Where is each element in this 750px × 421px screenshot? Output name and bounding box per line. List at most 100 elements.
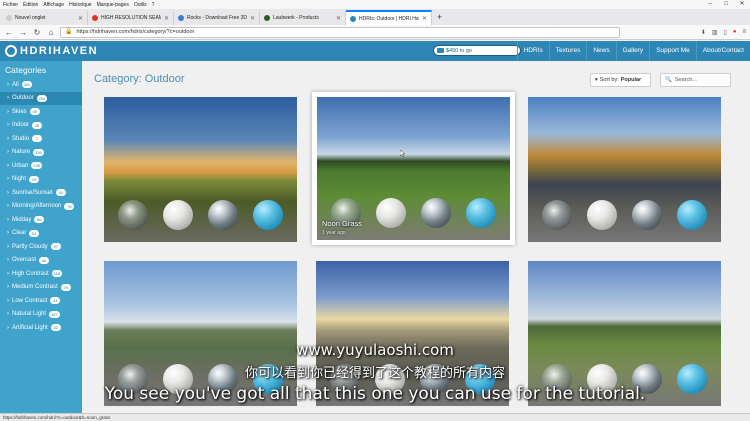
page-title: Category: Outdoor [94,73,185,85]
nav-gallery[interactable]: Gallery [615,41,650,61]
chevron-right-icon: › [7,324,9,331]
forward-icon[interactable]: → [18,28,28,37]
sidebar-item-partly-cloudy[interactable]: › Partly Cloudy 97 [0,240,82,254]
sidebar-item-label: High Contrast [12,270,49,277]
sidebar-item-nature[interactable]: › Nature 136 [0,146,82,160]
count-badge: 32 [50,324,61,332]
nav-textures[interactable]: Textures [548,41,587,61]
tab-close-icon[interactable]: ✕ [78,15,83,22]
sidebar-item-medium-contrast[interactable]: › Medium Contrast 79 [0,281,82,295]
library-icon[interactable]: ▥ [712,29,718,36]
close-icon[interactable]: ✕ [734,0,750,9]
menu-history[interactable]: Historique [69,2,92,8]
menu-edit[interactable]: Édition [23,2,38,8]
count-badge: 7 [32,135,43,143]
nav-hdris[interactable]: HDRIs [516,41,549,61]
sidebar-item-label: Clear [12,230,27,237]
tab-favicon-icon [350,15,356,22]
menu-view[interactable]: Affichage [43,2,64,8]
sidebar-item-all[interactable]: › All 300 [0,78,82,92]
logo-icon [5,45,17,57]
menu-icon[interactable]: ≡ [742,29,746,35]
search-placeholder: Search... [674,77,697,83]
chevron-right-icon: › [7,95,9,102]
sidebar-item-natural-light[interactable]: › Natural Light 187 [0,308,82,322]
new-tab-button[interactable]: + [432,11,447,25]
sidebar-item-label: All [12,81,19,88]
url-bar[interactable]: 🔒 https://hdrihaven.com/hdris/category/?… [60,26,620,38]
downloads-icon[interactable]: ⬇ [701,29,706,36]
count-badge: 38 [32,121,43,129]
chevron-right-icon: › [7,203,9,210]
sidebar-icon[interactable]: ▯ [724,29,727,36]
minimize-icon[interactable]: – [702,0,718,9]
nav-news[interactable]: News [586,41,615,61]
sidebar-item-morning-afternoon[interactable]: › Morning/Afternoon 78 [0,200,82,214]
browser-tab[interactable]: HIGH RESOLUTION SEAMLESS✕ [88,11,174,25]
tab-close-icon[interactable]: ✕ [164,15,169,22]
sidebar-item-midday[interactable]: › Midday 86 [0,213,82,227]
preview-spheres [104,200,297,234]
hdri-card[interactable]: Noon Grass 1 year ago [312,92,515,245]
chevron-right-icon: › [7,311,9,318]
sidebar-item-label: Nature [12,149,31,156]
home-icon[interactable]: ⌂ [46,28,56,37]
hdri-card[interactable] [528,97,721,242]
preview-spheres [528,200,721,234]
back-icon[interactable]: ← [4,28,14,37]
patreon-goal-button[interactable]: $450 to go [433,45,521,56]
sidebar-item-outdoor[interactable]: › Outdoor 200 [0,91,82,105]
menu-bookmarks[interactable]: Marque-pages [97,2,129,8]
search-input[interactable]: 🔍 Search... [660,73,731,87]
browser-tab-active[interactable]: HDRIs: Outdoor | HDRI Haven✕ [346,10,432,25]
menu-tools[interactable]: Outils [134,2,147,8]
tab-close-icon[interactable]: ✕ [422,15,427,22]
sidebar-item-low-contrast[interactable]: › Low Contrast 41 [0,294,82,308]
sidebar-item-label: Partly Cloudy [12,243,48,250]
maximize-icon[interactable]: □ [718,0,734,9]
sidebar-item-overcast[interactable]: › Overcast 46 [0,254,82,268]
sidebar-item-indoor[interactable]: › Indoor 38 [0,119,82,133]
sidebar-item-clear[interactable]: › Clear 51 [0,227,82,241]
browser-tab[interactable]: Rocks - Download Free 3D mo✕ [174,11,260,25]
site-nav: HDRIs Textures News Gallery Support Me A… [516,41,750,61]
nav-about[interactable]: About/Contact [695,41,750,61]
tab-close-icon[interactable]: ✕ [250,15,255,22]
tab-close-icon[interactable]: ✕ [336,15,341,22]
count-badge: 19 [29,175,40,183]
sidebar-item-label: Morning/Afternoon [12,203,62,210]
count-badge: 86 [34,216,45,224]
sidebar-item-artificial-light[interactable]: › Artificial Light 32 [0,321,82,335]
reload-icon[interactable]: ↻ [32,28,42,37]
hdri-card[interactable] [104,97,297,242]
sidebar-item-label: Sunrise/Sunset [12,189,53,196]
chevron-right-icon: › [7,230,9,237]
menu-help[interactable]: ? [152,2,155,8]
browser-tab[interactable]: Nouvel onglet ✕ [2,11,88,25]
count-badge: 300 [21,81,33,89]
blue-sphere [253,200,284,230]
chevron-right-icon: › [7,81,9,88]
menu-file[interactable]: Fichier [3,2,18,8]
sidebar-item-sunrise-sunset[interactable]: › Sunrise/Sunset 40 [0,186,82,200]
count-badge: 46 [39,256,50,264]
category-sidebar: Categories › All 300 › Outdoor 200 › Skies 49 › In… [0,61,82,413]
count-badge: 40 [55,189,66,197]
browser-tab[interactable]: Laubwerk - Products ✕ [260,11,346,25]
sidebar-item-high-contrast[interactable]: › High Contrast 118 [0,267,82,281]
sidebar-item-label: Indoor [12,122,30,129]
sidebar-item-urban[interactable]: › Urban 108 [0,159,82,173]
site-logo[interactable]: HDRIHAVEN [0,45,98,57]
nav-support[interactable]: Support Me [649,41,696,61]
sidebar-item-night[interactable]: › Night 19 [0,173,82,187]
sidebar-item-skies[interactable]: › Skies 49 [0,105,82,119]
tab-favicon-icon [264,15,270,21]
sidebar-item-label: Medium Contrast [12,284,58,291]
tab-favicon-icon [92,15,98,21]
card-date: 1 year ago [322,230,346,236]
sort-label: Sort by: [599,77,619,83]
count-badge: 78 [64,202,75,210]
extension-icon[interactable]: ● [733,29,737,35]
sidebar-item-studio[interactable]: › Studio 7 [0,132,82,146]
sort-dropdown[interactable]: ▾ Sort by: Popular [590,73,651,87]
